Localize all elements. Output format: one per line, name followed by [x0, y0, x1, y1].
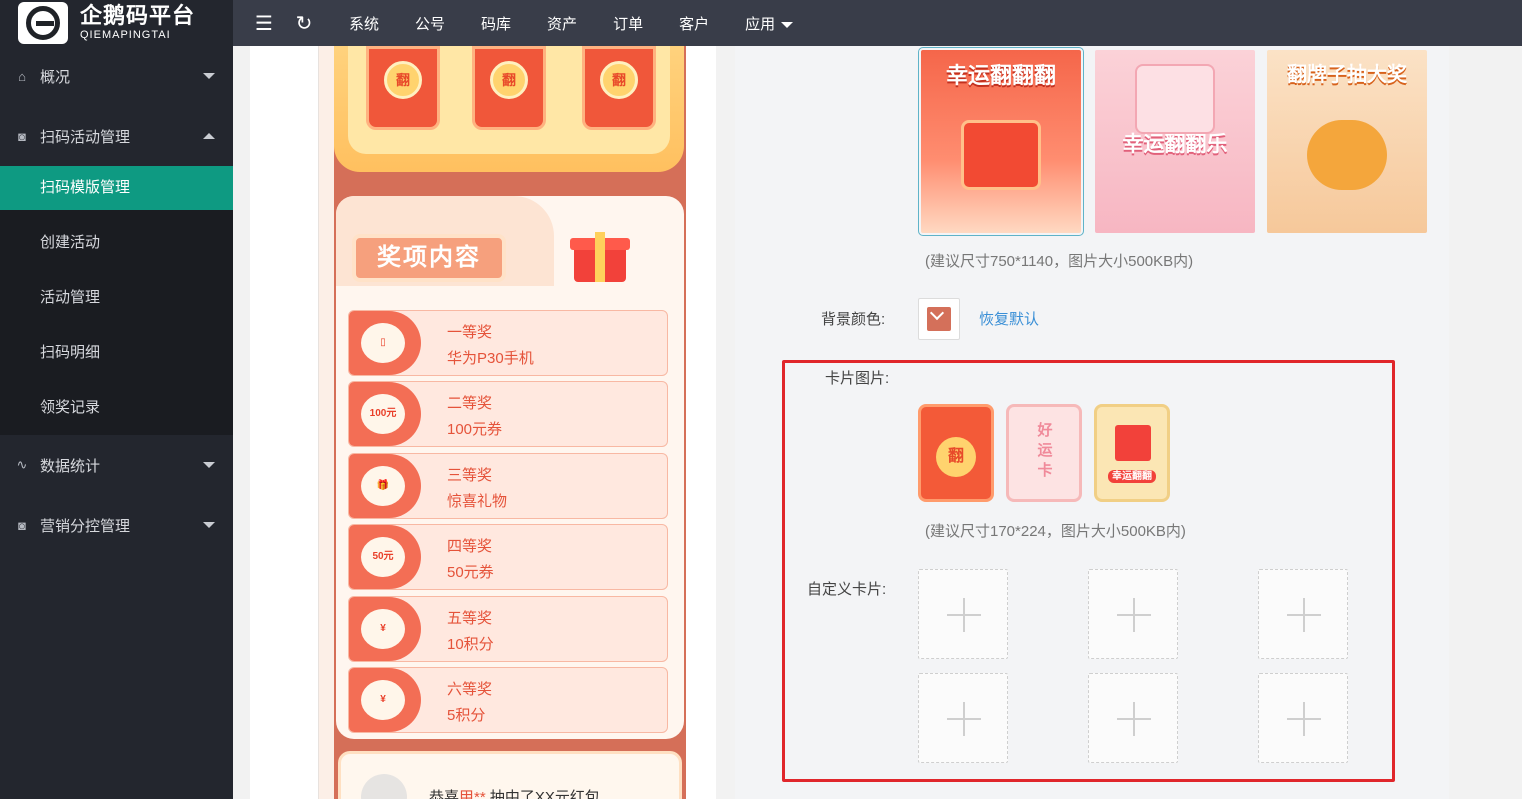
sidebar-item-create[interactable]: 创建活动	[0, 215, 233, 270]
phone-screen: 翻 翻 翻 奖项内容 ▯ 一等奖 华为P30手机 100元 二等奖 100元券 …	[334, 46, 686, 799]
nav-customers[interactable]: 客户	[661, 13, 727, 34]
coin-icon: ¥	[361, 609, 405, 649]
bg-template-thumb[interactable]: 幸运翻翻翻	[918, 47, 1084, 236]
flip-card: 翻	[472, 46, 546, 130]
custom-card-label: 自定义卡片:	[807, 581, 887, 598]
prize-section-title: 奖项内容	[352, 234, 506, 282]
prize-name: 华为P30手机	[447, 350, 534, 367]
card-template-thumb[interactable]: 翻	[918, 404, 994, 502]
color-picker[interactable]	[918, 298, 960, 340]
refresh-icon[interactable]: ↻	[295, 11, 313, 36]
winner-ticker: 恭喜甲** 抽中了XX元红包	[338, 751, 682, 799]
flip-card: 翻	[366, 46, 440, 130]
logo[interactable]: 企鹅码平台 QIEMAPINGTAI	[0, 0, 233, 46]
restore-default-link[interactable]: 恢复默认	[979, 308, 1039, 329]
upload-slot[interactable]	[1088, 569, 1178, 659]
coupon-icon: 100元	[361, 394, 405, 434]
prize-name: 惊喜礼物	[447, 493, 508, 510]
phone-preview: 翻 翻 翻 奖项内容 ▯ 一等奖 华为P30手机 100元 二等奖 100元券 …	[318, 46, 686, 799]
gift-icon	[568, 226, 630, 282]
sidebar-group-marketing[interactable]: ◙ 营销分控管理	[0, 495, 233, 555]
phone-icon: ▯	[361, 323, 405, 363]
prize-name: 50元券	[447, 564, 494, 581]
sidebar-group-scan-activity[interactable]: ◙ 扫码活动管理	[0, 106, 233, 166]
sidebar-item-template[interactable]: 扫码模版管理	[0, 166, 233, 210]
flip-card: 翻	[582, 46, 656, 130]
prize-row: 🎁 三等奖 惊喜礼物	[348, 453, 668, 519]
prize-row: ▯ 一等奖 华为P30手机	[348, 310, 668, 376]
logo-icon	[18, 2, 68, 44]
brand-name: 企鹅码平台	[80, 3, 196, 28]
prize-name: 10积分	[447, 636, 494, 653]
card-image-label: 卡片图片:	[825, 370, 890, 387]
prize-section: 奖项内容 ▯ 一等奖 华为P30手机 100元 二等奖 100元券 🎁 三等奖 …	[336, 196, 684, 739]
prize-row: ¥ 五等奖 10积分	[348, 596, 668, 662]
prize-row: ¥ 六等奖 5积分	[348, 667, 668, 733]
nav-orders[interactable]: 订单	[595, 13, 661, 34]
sidebar-group-label: 扫码活动管理	[40, 128, 131, 146]
sidebar-submenu: 扫码模版管理 创建活动 活动管理 扫码明细 领奖记录	[0, 166, 233, 435]
prize-level: 一等奖	[447, 324, 493, 341]
sidebar-item-detail[interactable]: 扫码明细	[0, 325, 233, 380]
bg-color-label: 背景颜色:	[821, 311, 886, 328]
prize-name: 5积分	[447, 707, 486, 724]
sidebar-item-manage[interactable]: 活动管理	[0, 270, 233, 325]
nav-assets[interactable]: 资产	[529, 13, 595, 34]
menu-collapse-icon[interactable]: ☰	[233, 11, 295, 36]
bg-size-hint: (建议尺寸750*1140，图片大小500KB内)	[925, 253, 1194, 270]
prize-name: 100元券	[447, 421, 503, 438]
sidebar-group-overview[interactable]: ⌂ 概况	[0, 46, 233, 106]
nav-account[interactable]: 公号	[397, 13, 463, 34]
coupon-icon: 50元	[361, 537, 405, 577]
chevron-down-icon	[203, 462, 215, 468]
prize-row: 100元 二等奖 100元券	[348, 381, 668, 447]
avatar	[361, 774, 407, 799]
pulse-icon: ∿	[16, 457, 28, 472]
chevron-up-icon	[203, 133, 215, 139]
coin-icon: ¥	[361, 680, 405, 720]
camera-icon: ◙	[18, 128, 26, 144]
prize-level: 二等奖	[447, 395, 493, 412]
settings-panel: 幸运翻翻翻 幸运翻翻乐 翻牌子抽大奖 (建议尺寸750*1140，图片大小500…	[735, 46, 1449, 799]
sidebar-group-stats[interactable]: ∿ 数据统计	[0, 435, 233, 495]
sidebar: 企鹅码平台 QIEMAPINGTAI ⌂ 概况 ◙ 扫码活动管理 扫码模版管理 …	[0, 0, 233, 799]
card-size-hint: (建议尺寸170*224，图片大小500KB内)	[925, 523, 1186, 540]
chevron-down-icon	[203, 522, 215, 528]
card-template-thumb[interactable]: 幸运翻翻	[1094, 404, 1170, 502]
nav-system[interactable]: 系统	[331, 13, 397, 34]
sidebar-group-label: 数据统计	[40, 457, 101, 475]
card-template-thumb[interactable]: 好运卡	[1006, 404, 1082, 502]
upload-slot[interactable]	[1258, 673, 1348, 763]
chevron-down-icon	[203, 73, 215, 79]
upload-slot[interactable]	[918, 569, 1008, 659]
winner-text: 恭喜甲** 抽中了XX元红包	[429, 789, 600, 799]
prize-row: 50元 四等奖 50元券	[348, 524, 668, 590]
sidebar-item-records[interactable]: 领奖记录	[0, 380, 233, 435]
prize-level: 四等奖	[447, 538, 493, 555]
main-content: 翻 翻 翻 奖项内容 ▯ 一等奖 华为P30手机 100元 二等奖 100元券 …	[233, 46, 1522, 799]
home-icon: ⌂	[18, 68, 26, 84]
brand-name-en: QIEMAPINGTAI	[80, 29, 171, 41]
upload-slot[interactable]	[1088, 673, 1178, 763]
bg-template-thumb[interactable]: 翻牌子抽大奖	[1267, 50, 1427, 233]
prize-level: 三等奖	[447, 467, 493, 484]
bg-template-caption: 翻牌子抽大奖	[1287, 64, 1407, 86]
preview-panel: 翻 翻 翻 奖项内容 ▯ 一等奖 华为P30手机 100元 二等奖 100元券 …	[250, 46, 716, 799]
camera-icon: ◙	[18, 517, 26, 533]
prize-level: 五等奖	[447, 610, 493, 627]
upload-slot[interactable]	[1258, 569, 1348, 659]
topbar: ☰ ↻ 系统 公号 码库 资产 订单 客户 应用	[233, 0, 1522, 46]
gift-icon: 🎁	[361, 466, 405, 506]
prize-level: 六等奖	[447, 681, 493, 698]
bg-template-caption: 幸运翻翻翻	[945, 63, 1056, 88]
card-board: 翻 翻 翻	[334, 46, 684, 172]
sidebar-group-label: 营销分控管理	[40, 517, 131, 535]
nav-apps[interactable]: 应用	[727, 13, 811, 34]
nav-codebase[interactable]: 码库	[463, 13, 529, 34]
bg-template-thumb[interactable]: 幸运翻翻乐	[1095, 50, 1255, 233]
sidebar-group-label: 概况	[40, 68, 71, 86]
upload-slot[interactable]	[918, 673, 1008, 763]
